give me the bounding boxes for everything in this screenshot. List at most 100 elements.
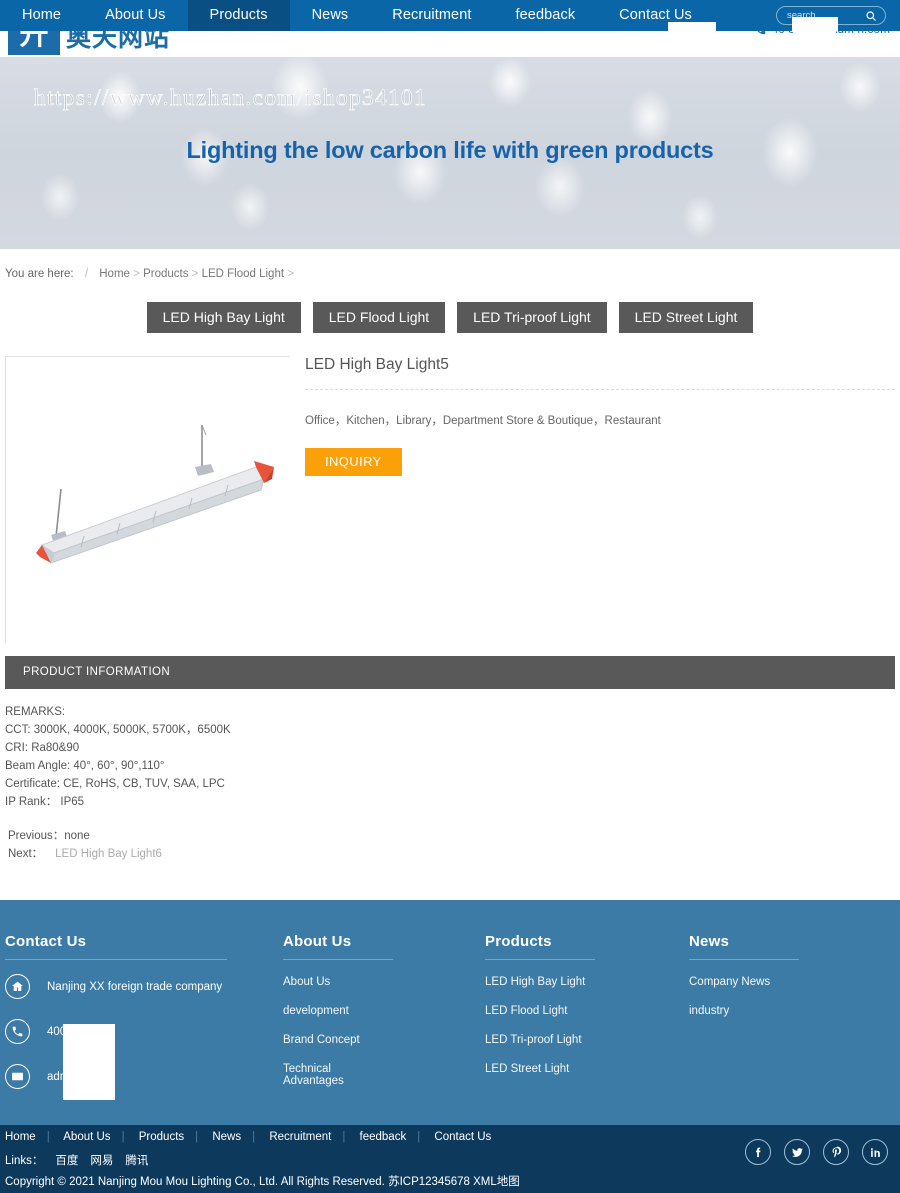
footer-contact-heading: Contact Us	[5, 933, 87, 950]
list-item: LED High Bay Light	[485, 976, 595, 988]
list-item: Brand Concept	[283, 1034, 393, 1046]
nav-item-feedback[interactable]: feedback	[494, 0, 598, 31]
pinterest-icon[interactable]	[823, 1139, 849, 1165]
next-label: Next：	[8, 848, 44, 860]
search-icon[interactable]	[865, 10, 877, 22]
footer-phone-row: 400 8	[5, 1019, 227, 1044]
footer-link-street[interactable]: LED Street Light	[485, 1063, 569, 1075]
bottom-nav-home[interactable]: Home	[5, 1131, 36, 1143]
breadcrumb: You are here: / Home > Products > LED Fl…	[5, 268, 294, 280]
footer-products-rule	[485, 959, 595, 960]
bottom-nav: Home | About Us | Products | News | Recruitm…	[5, 1131, 492, 1143]
next-value[interactable]: LED High Bay Light6	[55, 848, 162, 860]
category-tab-flood[interactable]: LED Flood Light	[312, 302, 446, 333]
site-footer: Contact Us Nanjing XX foreign trade comp…	[0, 900, 900, 1125]
footer-contact-rule	[5, 959, 227, 960]
product-pagination: Previous：none Next： LED High Bay Light6	[8, 827, 162, 863]
bottom-nav-contact-us[interactable]: Contact Us	[434, 1131, 491, 1143]
bottom-nav-products[interactable]: Products	[139, 1131, 184, 1143]
list-item: LED Flood Light	[485, 1005, 595, 1017]
inquiry-button[interactable]: INQUIRY	[305, 448, 402, 476]
nav-item-home[interactable]: Home	[0, 0, 83, 31]
redaction-search-area	[792, 17, 838, 31]
footer-products-list: LED High Bay Light LED Flood Light LED T…	[485, 976, 595, 1075]
bottom-nav-feedback[interactable]: feedback	[360, 1131, 407, 1143]
category-tab-high-bay[interactable]: LED High Bay Light	[146, 302, 301, 333]
footer-news-rule	[689, 959, 799, 960]
redaction-footer-contact	[63, 1024, 115, 1100]
category-tab-tri-proof[interactable]: LED Tri-proof Light	[457, 302, 607, 333]
footer-column-products: Products LED High Bay Light LED Flood Li…	[485, 933, 595, 1092]
nav-item-recruitment[interactable]: Recruitment	[370, 0, 493, 31]
breadcrumb-label: You are here:	[5, 268, 74, 280]
footer-link-brand-concept[interactable]: Brand Concept	[283, 1034, 360, 1046]
bottom-nav-recruitment[interactable]: Recruitment	[269, 1131, 331, 1143]
footer-link-development[interactable]: development	[283, 1005, 349, 1017]
friend-links-label: Links：	[5, 1155, 44, 1167]
product-title: LED High Bay Light5	[305, 356, 895, 390]
phone-icon	[5, 1019, 30, 1044]
facebook-icon[interactable]	[745, 1139, 771, 1165]
category-tab-street[interactable]: LED Street Light	[618, 302, 754, 333]
previous-label: Previous：	[8, 830, 65, 842]
nav-item-about-us[interactable]: About Us	[83, 0, 187, 31]
footer-link-tri-proof[interactable]: LED Tri-proof Light	[485, 1034, 582, 1046]
footer-link-about-us[interactable]: About Us	[283, 976, 330, 988]
nav-item-products[interactable]: Products	[187, 0, 290, 31]
spec-certificate: Certificate: CE, RoHS, CB, TUV, SAA, LPC	[5, 778, 225, 790]
product-image[interactable]	[5, 356, 291, 644]
spec-cri: CRI: Ra80&90	[5, 742, 80, 754]
envelope-icon	[5, 1064, 30, 1089]
banner-slogan: Lighting the low carbon life with green …	[186, 137, 714, 163]
previous-value: none	[64, 830, 90, 842]
friend-links: Links： 百度 网易 腾讯	[5, 1152, 148, 1168]
friend-link-baidu[interactable]: 百度	[55, 1155, 78, 1167]
footer-company-name: Nanjing XX foreign trade company	[47, 980, 223, 993]
icp-license-link[interactable]: 苏ICP12345678	[388, 1176, 470, 1188]
twitter-icon[interactable]	[784, 1139, 810, 1165]
next-product[interactable]: Next： LED High Bay Light6	[8, 845, 162, 863]
footer-column-contact: Contact Us Nanjing XX foreign trade comp…	[5, 933, 227, 1109]
footer-column-news: News Company News industry	[689, 933, 799, 1034]
nav-item-news[interactable]: News	[290, 0, 371, 31]
xml-sitemap-link[interactable]: XML地图	[473, 1176, 520, 1188]
breadcrumb-trailing: >	[287, 268, 294, 280]
footer-products-heading: Products	[485, 933, 552, 950]
spec-cct: CCT: 3000K, 4000K, 5000K, 5700K，6500K	[5, 724, 231, 736]
product-detail: LED High Bay Light5 Office，Kitchen，Libra…	[0, 356, 900, 646]
footer-link-flood[interactable]: LED Flood Light	[485, 1005, 567, 1017]
copyright-text: Copyright © 2021 Nanjing Mou Mou Lightin…	[5, 1176, 385, 1188]
product-applications: Office，Kitchen，Library，Department Store …	[305, 415, 661, 427]
home-icon	[5, 974, 30, 999]
bottom-nav-news[interactable]: News	[212, 1131, 241, 1143]
friend-link-tencent[interactable]: 腾讯	[125, 1155, 148, 1167]
friend-link-163[interactable]: 网易	[90, 1155, 113, 1167]
footer-news-heading: News	[689, 933, 729, 950]
list-item: Technical Advantages	[283, 1063, 393, 1087]
copyright-bar: Home | About Us | Products | News | Recruitm…	[0, 1125, 900, 1193]
footer-company-row: Nanjing XX foreign trade company	[5, 974, 227, 999]
product-info-panel: LED High Bay Light5 Office，Kitchen，Libra…	[305, 356, 895, 476]
list-item: industry	[689, 1005, 799, 1017]
footer-link-company-news[interactable]: Company News	[689, 976, 770, 988]
footer-link-industry[interactable]: industry	[689, 1005, 729, 1017]
breadcrumb-item-category[interactable]: LED Flood Light	[202, 268, 284, 280]
footer-about-rule	[283, 959, 393, 960]
previous-product: Previous：none	[8, 827, 162, 845]
redaction-header-phone	[668, 22, 716, 40]
list-item: About Us	[283, 976, 393, 988]
bottom-nav-about-us[interactable]: About Us	[63, 1131, 110, 1143]
product-specs: REMARKS: CCT: 3000K, 4000K, 5000K, 5700K…	[5, 703, 605, 811]
footer-link-high-bay[interactable]: LED High Bay Light	[485, 976, 585, 988]
list-item: LED Tri-proof Light	[485, 1034, 595, 1046]
spec-remarks: REMARKS:	[5, 706, 66, 718]
list-item: Company News	[689, 976, 799, 988]
footer-link-technical-advantages[interactable]: Technical Advantages	[283, 1063, 344, 1087]
footer-about-list: About Us development Brand Concept Techn…	[283, 976, 393, 1087]
linkedin-icon[interactable]	[862, 1139, 888, 1165]
list-item: LED Street Light	[485, 1063, 595, 1075]
breadcrumb-item-home[interactable]: Home	[99, 268, 130, 280]
footer-column-about: About Us About Us development Brand Conc…	[283, 933, 393, 1104]
footer-news-list: Company News industry	[689, 976, 799, 1017]
breadcrumb-item-products[interactable]: Products	[143, 268, 188, 280]
